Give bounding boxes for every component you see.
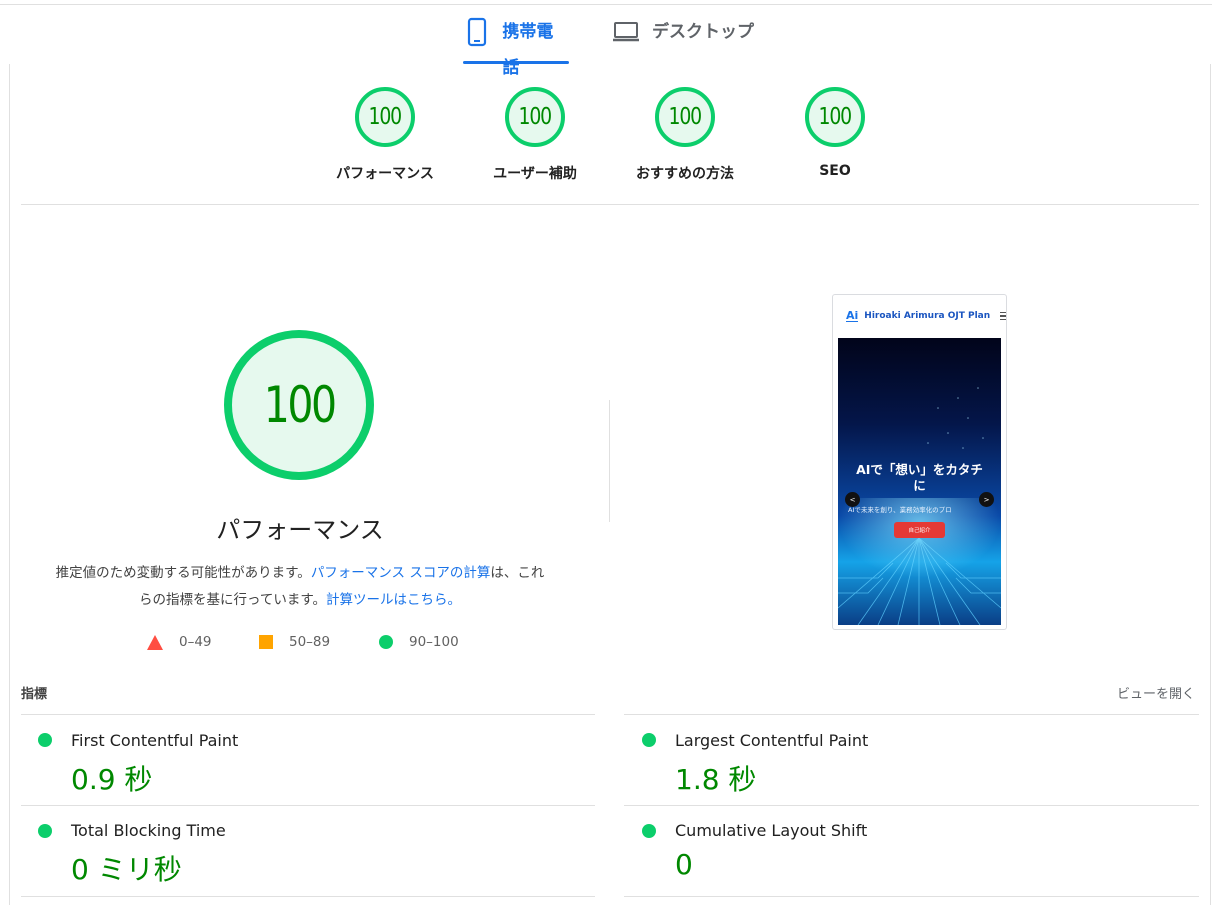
panel-border-right (1210, 64, 1211, 905)
metric-value: 0 (675, 848, 693, 881)
metrics-heading: 指標 (21, 687, 48, 702)
pass-dot-icon (642, 733, 656, 747)
metrics-divider (21, 714, 595, 715)
site-logo: Ai (846, 309, 859, 322)
gauge-score: 100 (518, 104, 553, 130)
hero-title-line1: AIで「想い」をカタチ (856, 462, 983, 477)
active-tab-indicator (463, 61, 569, 64)
metrics-divider (624, 714, 1199, 715)
hero-subtitle: AIで未来を創り、業務効率化のプロ (848, 506, 952, 514)
performance-description: 推定値のため変動する可能性があります。パフォーマンス スコアの計算は、これらの指… (50, 560, 550, 614)
desc-text-1: 推定値のため変動する可能性があります。 (55, 565, 311, 581)
view-toggle-button[interactable]: ビューを開く (1117, 683, 1195, 702)
laptop-icon (612, 14, 640, 50)
legend-fail-label: 0–49 (179, 634, 212, 650)
metric-name: Total Blocking Time (71, 821, 226, 840)
metrics-divider (624, 805, 1199, 806)
gauge-label-performance[interactable]: パフォーマンス (315, 163, 455, 183)
legend-fail: 0–49 (147, 634, 212, 650)
final-screenshot[interactable]: Ai Hiroaki Arimura OJT Plan AIで「想い」をカタチ … (832, 294, 1007, 630)
hamburger-menu-icon (1000, 311, 1006, 321)
tab-mobile-label: 携帯電話 (502, 22, 554, 78)
pass-dot-icon (38, 733, 52, 747)
gauge-performance[interactable]: 100 (355, 87, 415, 147)
gauge-best-practices[interactable]: 100 (655, 87, 715, 147)
gauge-score: 100 (818, 104, 853, 130)
legend-average-label: 50–89 (289, 634, 331, 650)
panel-border-left (9, 64, 10, 905)
circle-icon (379, 635, 393, 649)
square-icon (259, 635, 273, 649)
metric-value: 1.8 秒 (675, 763, 757, 796)
metrics-divider (21, 896, 595, 897)
calculator-link[interactable]: 計算ツールはこちら。 (326, 592, 461, 608)
legend-pass-label: 90–100 (409, 634, 459, 650)
metrics-divider (624, 896, 1199, 897)
gauge-seo[interactable]: 100 (805, 87, 865, 147)
triangle-icon (147, 634, 163, 650)
metrics-divider (21, 805, 595, 806)
gauge-label-accessibility[interactable]: ユーザー補助 (465, 163, 605, 183)
legend-average: 50–89 (259, 634, 330, 650)
smartphone-icon (463, 14, 490, 50)
metric-value: 0.9 秒 (71, 763, 153, 796)
screenshot-header: Ai Hiroaki Arimura OJT Plan (833, 295, 1006, 337)
hero-intro-button: 自己紹介 (894, 522, 945, 538)
hero-title: AIで「想い」をカタチ に (838, 462, 1001, 494)
gauge-score: 100 (668, 104, 703, 130)
metric-name: First Contentful Paint (71, 731, 239, 750)
metric-name: Cumulative Layout Shift (675, 821, 868, 840)
performance-gauge-large: 100 (224, 330, 374, 480)
metric-value: 0 ミリ秒 (71, 853, 182, 886)
carousel-next-icon: > (979, 492, 994, 507)
legend-pass: 90–100 (379, 634, 459, 650)
tab-mobile[interactable]: 携帯電話 (463, 14, 569, 78)
hero-title-line2: に (913, 478, 926, 493)
tab-desktop[interactable]: デスクトップ (612, 14, 772, 64)
pass-dot-icon (642, 824, 656, 838)
gauge-accessibility[interactable]: 100 (505, 87, 565, 147)
site-title: Hiroaki Arimura OJT Plan (864, 311, 991, 321)
performance-title: パフォーマンス (216, 516, 384, 544)
pass-dot-icon (38, 824, 52, 838)
gauge-label-seo[interactable]: SEO (765, 163, 905, 179)
screenshot-hero: AIで「想い」をカタチ に AIで未来を創り、業務効率化のプロ 自己紹介 < > (838, 338, 1001, 625)
performance-score: 100 (263, 376, 337, 434)
tab-desktop-label: デスクトップ (652, 22, 754, 42)
carousel-prev-icon: < (845, 492, 860, 507)
score-calc-link[interactable]: パフォーマンス スコアの計算 (311, 565, 491, 581)
gauge-label-best-practices[interactable]: おすすめの方法 (615, 163, 755, 183)
metric-name: Largest Contentful Paint (675, 731, 869, 750)
section-divider (21, 204, 1199, 205)
top-border (0, 4, 1212, 5)
vertical-divider (609, 400, 610, 522)
gauge-score: 100 (368, 104, 403, 130)
